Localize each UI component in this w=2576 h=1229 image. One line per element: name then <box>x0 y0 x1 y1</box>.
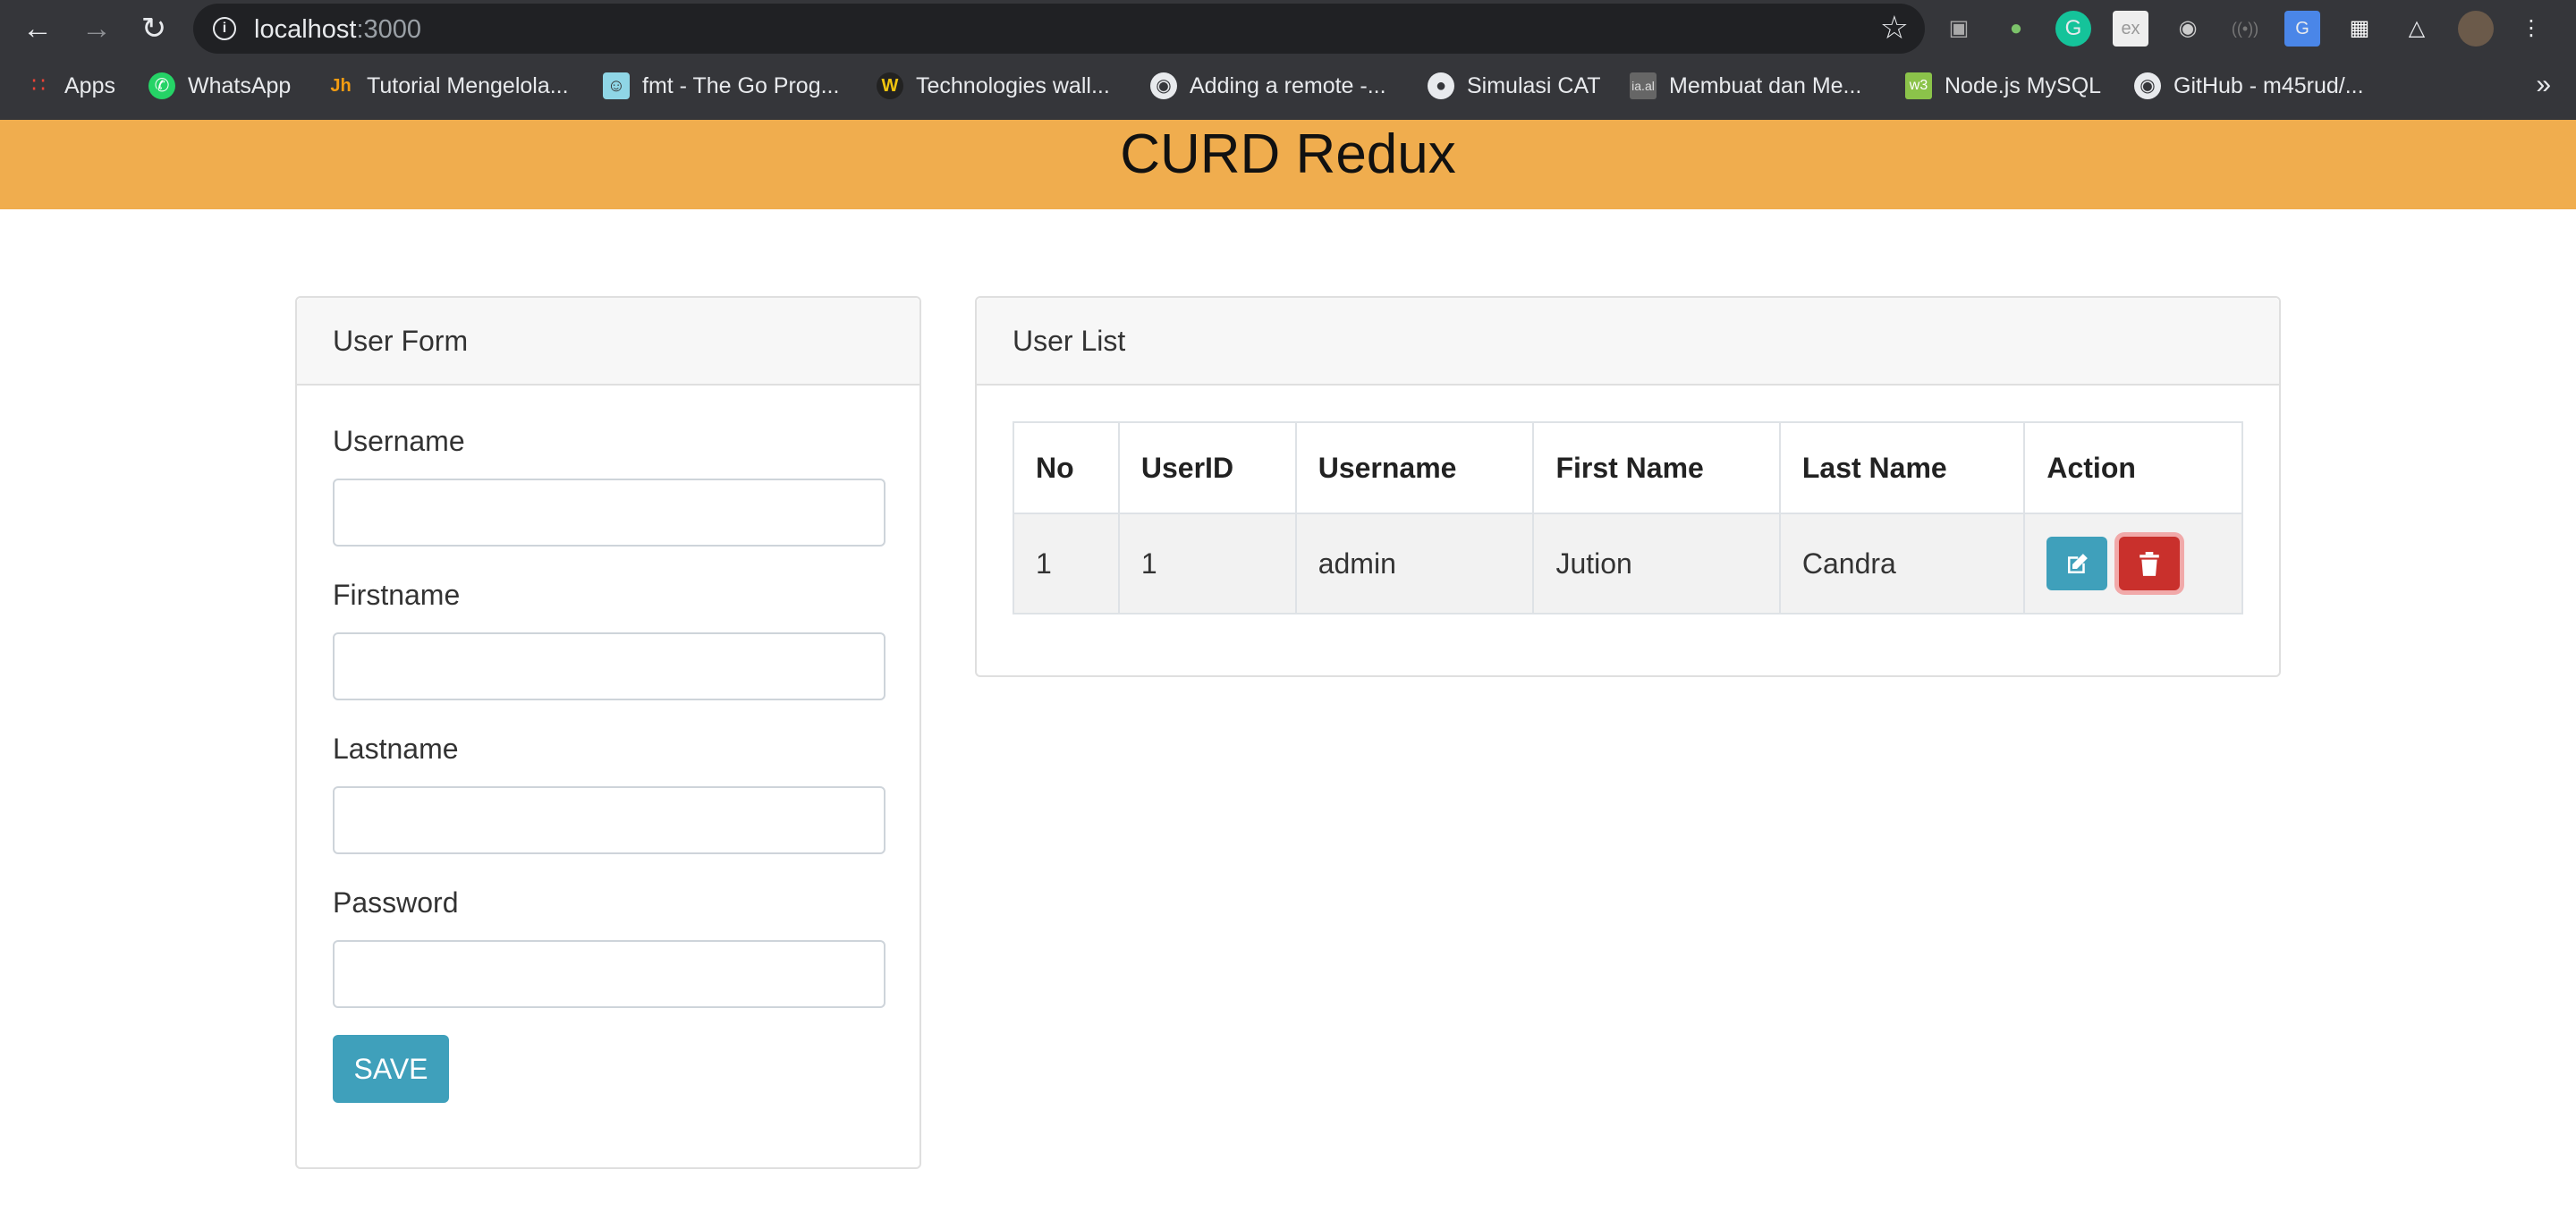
page-title: CURD Redux <box>1120 123 1456 185</box>
user-form-title: User Form <box>297 298 919 386</box>
username-input[interactable] <box>333 479 886 547</box>
app-header: CURD Redux <box>0 120 2576 209</box>
camera-extension-icon[interactable]: ▣ <box>1941 11 1977 47</box>
password-input[interactable] <box>333 940 886 1008</box>
github-icon: ◉ <box>2134 72 2161 99</box>
site-icon: ia.al <box>1630 72 1657 99</box>
bookmarks-overflow-icon[interactable]: » <box>2536 70 2551 100</box>
ex-extension-icon[interactable]: ex <box>2113 11 2148 47</box>
cell-no: 1 <box>1013 513 1120 614</box>
site-info-icon[interactable]: i <box>213 17 236 40</box>
cell-firstname: Jution <box>1532 513 1781 614</box>
translate-extension-icon[interactable]: G <box>2284 11 2320 47</box>
bookmarks-bar: ∷ Apps ✆ WhatsApp Jh Tutorial Mengelola... … <box>0 64 2576 107</box>
firstname-input[interactable] <box>333 632 886 700</box>
username-label: Username <box>333 425 465 457</box>
browser-toolbar: ← → ↻ i localhost:3000 ☆ ▣ ● G ex ◉ ((•)… <box>0 0 2576 57</box>
github-icon: ◉ <box>1150 72 1177 99</box>
bookmark-simulasi-cat[interactable]: ● Simulasi CAT <box>1428 70 1601 102</box>
column-header-no: No <box>1013 421 1120 514</box>
w3-icon: w3 <box>1905 72 1932 99</box>
qr-code-extension-icon[interactable]: ▦ <box>2342 11 2377 47</box>
chat-extension-icon[interactable]: ◉ <box>2170 11 2206 47</box>
cell-username: admin <box>1294 513 1535 614</box>
cell-lastname: Candra <box>1778 513 2026 614</box>
browser-chrome: ← → ↻ i localhost:3000 ☆ ▣ ● G ex ◉ ((•)… <box>0 0 2576 120</box>
bookmark-fmt[interactable]: ☺ fmt - The Go Prog... <box>603 70 839 102</box>
bookmark-star-icon[interactable]: ☆ <box>1880 9 1909 47</box>
reload-icon[interactable]: ↻ <box>134 9 174 48</box>
bookmark-membuat[interactable]: ia.al Membuat dan Me... <box>1630 70 1861 102</box>
column-header-firstname: First Name <box>1532 421 1781 514</box>
bookmark-technologies[interactable]: W Technologies wall... <box>877 70 1110 102</box>
bookmark-adding-remote[interactable]: ◉ Adding a remote -... <box>1150 70 1386 102</box>
globe-icon: ● <box>1428 72 1454 99</box>
cell-action <box>2023 513 2243 614</box>
user-list-title: User List <box>977 298 2279 386</box>
menu-kebab-icon[interactable]: ⋮ <box>2513 11 2549 47</box>
trash-icon <box>2140 552 2160 577</box>
address-bar[interactable]: i localhost:3000 ☆ <box>193 4 1925 54</box>
jh-logo-icon: Jh <box>330 76 352 96</box>
delete-button[interactable] <box>2119 537 2181 590</box>
cell-userid: 1 <box>1117 513 1297 614</box>
apps-grid-icon: ∷ <box>31 73 46 97</box>
password-label: Password <box>333 886 459 919</box>
colorful-extension-icon[interactable]: ● <box>1998 11 2034 47</box>
grammarly-icon[interactable]: G <box>2055 11 2091 47</box>
bookmark-tutorial[interactable]: Jh Tutorial Mengelola... <box>327 70 568 102</box>
column-header-userid: UserID <box>1117 421 1297 514</box>
lastname-label: Lastname <box>333 733 459 765</box>
w-logo-icon: W <box>877 72 903 99</box>
bookmark-whatsapp[interactable]: ✆ WhatsApp <box>148 70 291 102</box>
bookmark-apps[interactable]: ∷ Apps <box>25 70 115 102</box>
user-table: No UserID Username First Name Last Name … <box>1013 421 2243 614</box>
forward-icon[interactable]: → <box>77 9 116 48</box>
whatsapp-icon: ✆ <box>148 72 175 99</box>
broadcast-extension-icon[interactable]: ((•)) <box>2227 11 2263 47</box>
save-button[interactable]: SAVE <box>333 1035 449 1103</box>
firstname-label: Firstname <box>333 579 461 611</box>
gopher-icon: ☺ <box>603 72 630 99</box>
edit-button[interactable] <box>2046 537 2108 590</box>
user-list-card: User List No UserID Username First Name … <box>975 296 2281 677</box>
bookmark-nodejs-mysql[interactable]: w3 Node.js MySQL <box>1905 70 2101 102</box>
user-form-card: User Form Username Firstname Lastname Pa… <box>295 296 921 1169</box>
profile-avatar-icon[interactable] <box>2458 11 2494 47</box>
url-text[interactable]: localhost:3000 <box>254 15 421 45</box>
column-header-username: Username <box>1294 421 1535 514</box>
lastname-input[interactable] <box>333 786 886 854</box>
edit-icon <box>2068 554 2089 574</box>
column-header-action: Action <box>2023 421 2243 514</box>
column-header-lastname: Last Name <box>1778 421 2026 514</box>
table-header-row: No UserID Username First Name Last Name … <box>1013 421 2243 514</box>
bookmark-github-m45rud[interactable]: ◉ GitHub - m45rud/... <box>2134 70 2364 102</box>
back-icon[interactable]: ← <box>18 9 57 48</box>
table-row: 1 1 admin Jution Candra <box>1013 513 2243 614</box>
puzzle-extensions-icon[interactable]: △ <box>2399 11 2435 47</box>
